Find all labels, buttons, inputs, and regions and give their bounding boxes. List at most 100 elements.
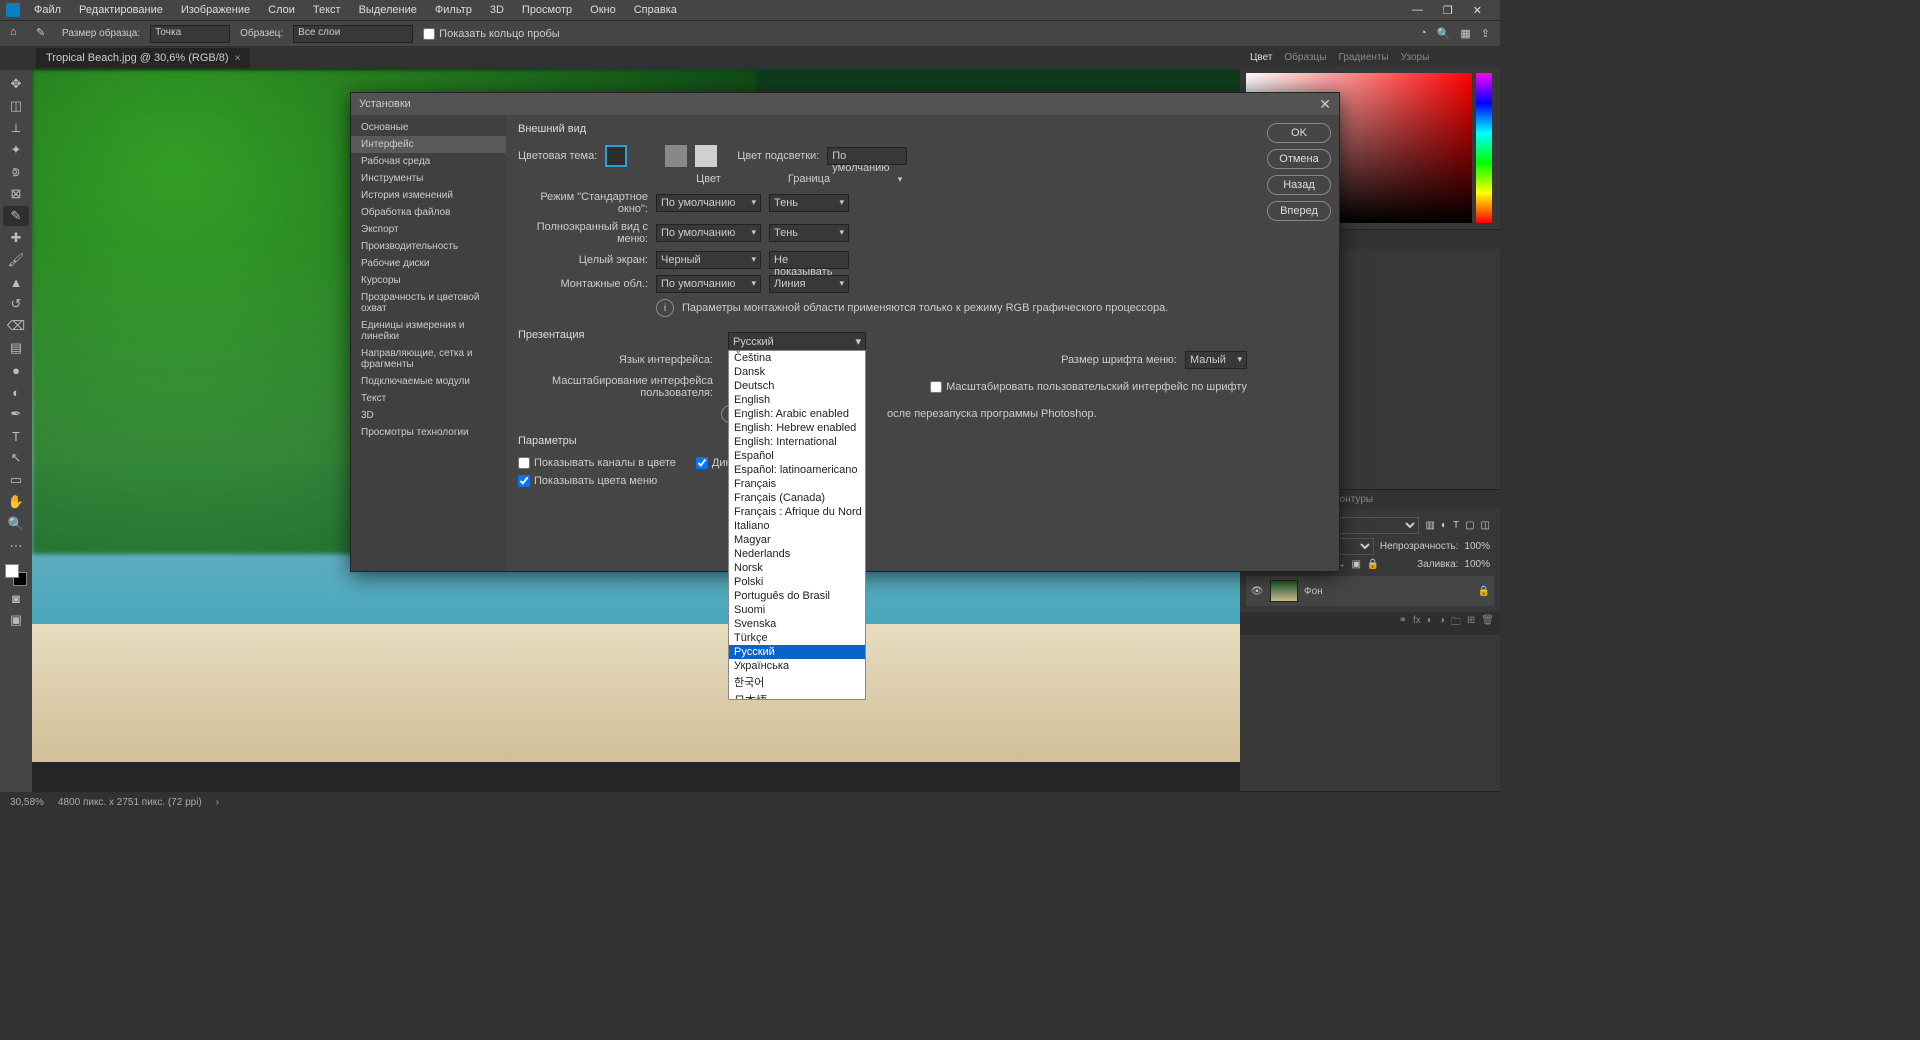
dialog-titlebar[interactable]: Установки ✕ (351, 93, 1339, 115)
channels-color-checkbox[interactable]: Показывать каналы в цвете (518, 457, 676, 469)
language-option[interactable]: Українська (729, 659, 865, 673)
language-option[interactable]: Русский (729, 645, 865, 659)
color-select[interactable]: По умолчанию (656, 224, 761, 242)
pref-category[interactable]: Основные (351, 119, 506, 136)
cloud-icon[interactable]: ◔ (1420, 27, 1427, 40)
theme-lightest[interactable] (695, 145, 717, 167)
pref-category[interactable]: Экспорт (351, 221, 506, 238)
theme-dark[interactable] (635, 145, 657, 167)
filter-icon[interactable]: ◫ (1481, 520, 1490, 531)
menu-colors-checkbox[interactable]: Показывать цвета меню (518, 475, 657, 487)
new-layer-icon[interactable]: ⊞ (1467, 615, 1475, 632)
search-icon[interactable]: 🔍 (1437, 27, 1451, 40)
border-select[interactable]: Не показывать (769, 251, 849, 269)
dialog-close-icon[interactable]: ✕ (1319, 96, 1331, 113)
chevron-right-icon[interactable]: › (216, 797, 219, 808)
language-option[interactable]: English (729, 393, 865, 407)
language-option[interactable]: Magyar (729, 533, 865, 547)
tab-close-icon[interactable]: × (235, 53, 241, 64)
show-ring-checkbox[interactable]: Показать кольцо пробы (423, 28, 560, 40)
crop-tool[interactable]: ⟄ (3, 162, 29, 182)
language-option[interactable]: English: Arabic enabled (729, 407, 865, 421)
pref-category[interactable]: Рабочая среда (351, 153, 506, 170)
menu-help[interactable]: Справка (626, 2, 685, 18)
frame-tool[interactable]: ⊠ (3, 184, 29, 204)
filter-icon[interactable]: ▥ (1425, 520, 1434, 531)
cancel-button[interactable]: Отмена (1267, 149, 1331, 169)
tab-color[interactable]: Цвет (1250, 52, 1272, 63)
pref-category[interactable]: Рабочие диски (351, 255, 506, 272)
language-option[interactable]: Français (729, 477, 865, 491)
menu-image[interactable]: Изображение (173, 2, 258, 18)
foreground-color-swatch[interactable] (5, 564, 19, 578)
maximize-icon[interactable]: ❐ (1439, 2, 1457, 19)
language-option[interactable]: Suomi (729, 603, 865, 617)
workspace-icon[interactable]: ▦ (1460, 27, 1470, 40)
lock-icon[interactable]: ▣ (1351, 559, 1360, 570)
home-icon[interactable]: ⌂ (10, 26, 26, 42)
brush-tool[interactable]: 🖌 (3, 250, 29, 270)
language-option[interactable]: Español (729, 449, 865, 463)
pref-category[interactable]: История изменений (351, 187, 506, 204)
fill-value[interactable]: 100% (1464, 559, 1490, 570)
fx-icon[interactable]: fx (1413, 615, 1421, 632)
pen-tool[interactable]: ✒ (3, 404, 29, 424)
pref-category[interactable]: Прозрачность и цветовой охват (351, 289, 506, 317)
folder-icon[interactable]: 🗀 (1451, 615, 1461, 632)
visibility-icon[interactable]: 👁 (1250, 586, 1264, 597)
hand-tool[interactable]: ✋ (3, 492, 29, 512)
trash-icon[interactable]: 🗑 (1481, 615, 1494, 632)
pref-category[interactable]: Текст (351, 390, 506, 407)
menu-view[interactable]: Просмотр (514, 2, 580, 18)
filter-icon[interactable]: T (1453, 520, 1459, 531)
document-info[interactable]: 4800 пикс. x 2751 пикс. (72 ppi) (58, 797, 202, 808)
adjustment-icon[interactable]: ◑ (1439, 615, 1445, 632)
theme-darkest[interactable] (605, 145, 627, 167)
language-option[interactable]: Türkçe (729, 631, 865, 645)
language-option[interactable]: Español: latinoamericano (729, 463, 865, 477)
pref-category[interactable]: Обработка файлов (351, 204, 506, 221)
blur-tool[interactable]: ● (3, 360, 29, 380)
menu-3d[interactable]: 3D (482, 2, 512, 18)
tab-gradients[interactable]: Градиенты (1338, 52, 1388, 63)
sample-size-select[interactable]: Точка (150, 25, 230, 43)
language-option[interactable]: Nederlands (729, 547, 865, 561)
minimize-icon[interactable]: — (1408, 2, 1427, 19)
lasso-tool[interactable]: ⟂ (3, 118, 29, 138)
pref-category[interactable]: Интерфейс (351, 136, 506, 153)
language-option[interactable]: Čeština (729, 351, 865, 365)
hue-slider[interactable] (1476, 73, 1492, 223)
language-option[interactable]: English: Hebrew enabled (729, 421, 865, 435)
shape-tool[interactable]: ▭ (3, 470, 29, 490)
heal-tool[interactable]: ✚ (3, 228, 29, 248)
zoom-level[interactable]: 30,58% (10, 797, 44, 808)
ok-button[interactable]: OK (1267, 123, 1331, 143)
menu-window[interactable]: Окно (582, 2, 624, 18)
language-option[interactable]: Deutsch (729, 379, 865, 393)
history-brush-tool[interactable]: ↺ (3, 294, 29, 314)
language-option[interactable]: Italiano (729, 519, 865, 533)
font-size-select[interactable]: Малый (1185, 351, 1247, 369)
tab-swatches[interactable]: Образцы (1284, 52, 1326, 63)
menu-layers[interactable]: Слои (260, 2, 303, 18)
pref-category[interactable]: Курсоры (351, 272, 506, 289)
layer-row[interactable]: 👁 Фон 🔒 (1246, 576, 1494, 606)
mask-icon[interactable]: ◐ (1427, 615, 1433, 632)
language-option[interactable]: 日本語 (729, 691, 865, 700)
menu-select[interactable]: Выделение (351, 2, 425, 18)
next-button[interactable]: Вперед (1267, 201, 1331, 221)
opacity-value[interactable]: 100% (1464, 541, 1490, 552)
scale-to-font-checkbox[interactable]: Масштабировать пользовательский интерфей… (930, 381, 1247, 393)
lock-icon[interactable]: 🔒 (1367, 559, 1379, 570)
filter-icon[interactable]: ◐ (1441, 520, 1447, 531)
zoom-tool[interactable]: 🔍 (3, 514, 29, 534)
eraser-tool[interactable]: ⌫ (3, 316, 29, 336)
filter-icon[interactable]: ▢ (1465, 520, 1474, 531)
theme-light[interactable] (665, 145, 687, 167)
language-option[interactable]: Français : Afrique du Nord (729, 505, 865, 519)
language-option[interactable]: English: International (729, 435, 865, 449)
layer-thumbnail[interactable] (1270, 580, 1298, 602)
share-icon[interactable]: ⇪ (1481, 27, 1490, 40)
color-select[interactable]: Черный (656, 251, 761, 269)
wand-tool[interactable]: ✦ (3, 140, 29, 160)
